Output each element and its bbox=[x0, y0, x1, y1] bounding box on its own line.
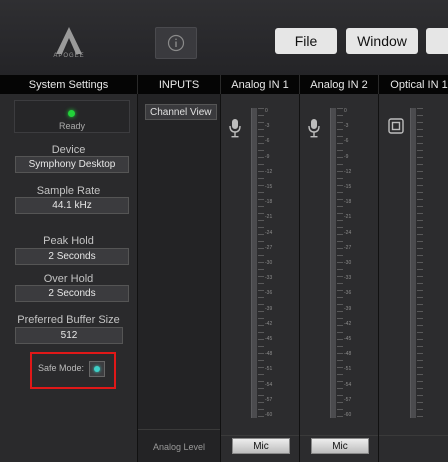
meter-scale-label: -12 bbox=[344, 168, 352, 175]
meter-scale-label: -27 bbox=[265, 244, 273, 251]
meter-scale-label: -45 bbox=[265, 336, 273, 342]
meter-scale-label: -54 bbox=[265, 381, 273, 388]
top-bar: APOGEE File Window bbox=[0, 0, 448, 76]
sample-rate-label: Sample Rate bbox=[36, 185, 101, 197]
window-menu-button[interactable]: Window bbox=[346, 28, 418, 54]
meter-scale-label: -48 bbox=[344, 351, 352, 358]
meter-scale-label: -57 bbox=[265, 396, 273, 403]
peak-hold-label: Peak Hold bbox=[43, 235, 94, 247]
meter-scale-label: -36 bbox=[265, 290, 273, 297]
meter-scale-label: -15 bbox=[344, 184, 352, 190]
buffer-size-label: Preferred Buffer Size bbox=[17, 314, 120, 326]
meter-scale-label: -18 bbox=[265, 199, 273, 206]
meter-scale-label: -45 bbox=[344, 336, 352, 342]
meter-scale-label: -54 bbox=[344, 381, 352, 388]
over-hold-select[interactable]: 2 Seconds bbox=[15, 285, 129, 302]
divider bbox=[138, 429, 220, 430]
info-icon bbox=[167, 34, 185, 52]
inputs-panel: Channel View Analog Level bbox=[138, 94, 221, 462]
meter-scale-label: -51 bbox=[265, 366, 273, 373]
meter-scale: 0 -3 -6 -9 -12 -15 -18 -21 -24 -27 -30 -33 -36 -39 -42… bbox=[344, 108, 360, 418]
microphone-icon[interactable] bbox=[307, 118, 321, 138]
meter-scale-label: -24 bbox=[344, 229, 352, 236]
level-meter bbox=[251, 108, 257, 418]
safe-mode-highlight: Safe Mode: bbox=[30, 352, 116, 389]
meter-scale-label: -6 bbox=[265, 138, 270, 145]
meter-tick-marks bbox=[258, 108, 264, 418]
input-level-button-mic[interactable]: Mic bbox=[311, 438, 369, 454]
channel-view-button[interactable]: Channel View bbox=[145, 104, 217, 120]
meter-scale: 0 -3 -6 -9 -12 -15 -18 -21 -24 -27 -30 -33 -36 -39 -42… bbox=[265, 108, 281, 418]
meter-scale-label: -60 bbox=[265, 412, 273, 418]
safe-mode-toggle[interactable] bbox=[89, 361, 105, 377]
logo-text: APOGEE bbox=[53, 53, 85, 59]
analog-in-2-header: Analog IN 2 bbox=[300, 75, 379, 94]
meter-scale-label: -18 bbox=[344, 199, 352, 206]
meter-scale-label: -33 bbox=[265, 275, 273, 282]
meter-scale-label: -12 bbox=[265, 168, 273, 175]
channel-strip-analog-in-2: 0 -3 -6 -9 -12 -15 -18 -21 -24 -27 -30 -33 -36 -39 -42… bbox=[300, 94, 379, 462]
meter-scale-label: -6 bbox=[344, 138, 349, 145]
meter-tick-marks bbox=[337, 108, 343, 418]
meter-scale-label: -3 bbox=[265, 123, 270, 130]
divider bbox=[221, 435, 299, 436]
system-settings-header: System Settings bbox=[0, 75, 138, 94]
meter-scale-label: 0 bbox=[344, 108, 347, 114]
ready-led bbox=[68, 110, 75, 117]
optical-in-1-header: Optical IN 1 bbox=[379, 75, 448, 94]
analog-level-label: Analog Level bbox=[152, 442, 206, 452]
meter-scale-label: -30 bbox=[265, 260, 273, 266]
divider bbox=[379, 435, 448, 436]
meter-scale-label: -21 bbox=[344, 214, 352, 221]
meter-scale-label: -9 bbox=[265, 153, 270, 160]
meter-scale-label: -21 bbox=[265, 214, 273, 221]
channel-strip-optical-in-1 bbox=[379, 94, 448, 462]
meter-scale-label: -33 bbox=[344, 275, 352, 282]
microphone-icon[interactable] bbox=[228, 118, 242, 138]
optical-icon[interactable] bbox=[388, 118, 404, 134]
status-text: Ready bbox=[58, 121, 85, 131]
over-hold-label: Over Hold bbox=[43, 273, 94, 285]
channel-strip-analog-in-1: 0 -3 -6 -9 -12 -15 -18 -21 -24 -27 -30 -33 -36 -39 -42… bbox=[221, 94, 300, 462]
device-label: Device bbox=[51, 144, 86, 156]
status-box: Ready bbox=[14, 100, 130, 133]
meter-scale-label: -30 bbox=[344, 260, 352, 266]
safe-mode-indicator bbox=[94, 366, 100, 372]
level-meter bbox=[330, 108, 336, 418]
help-menu-button[interactable] bbox=[426, 28, 448, 54]
input-level-button-mic[interactable]: Mic bbox=[232, 438, 290, 454]
meter-tick-marks bbox=[417, 108, 423, 418]
meter-scale-label: -36 bbox=[344, 290, 352, 297]
system-settings-panel: Ready Device Symphony Desktop Sample Rat… bbox=[0, 94, 138, 462]
inputs-header: INPUTS bbox=[138, 75, 221, 94]
level-meter bbox=[410, 108, 416, 418]
meter-scale-label: 0 bbox=[265, 108, 268, 114]
meter-scale-label: -9 bbox=[344, 153, 349, 160]
safe-mode-label: Safe Mode: bbox=[38, 363, 85, 373]
peak-hold-select[interactable]: 2 Seconds bbox=[15, 248, 129, 265]
meter-scale-label: -39 bbox=[265, 305, 273, 312]
buffer-size-select[interactable]: 512 bbox=[15, 327, 123, 344]
meter-scale-label: -42 bbox=[265, 320, 273, 327]
meter-scale-label: -51 bbox=[344, 366, 352, 373]
meter-scale-label: -42 bbox=[344, 320, 352, 327]
meter-scale-label: -57 bbox=[344, 396, 352, 403]
meter-scale-label: -48 bbox=[265, 351, 273, 358]
analog-in-1-header: Analog IN 1 bbox=[221, 75, 300, 94]
meter-scale-label: -3 bbox=[344, 123, 349, 130]
meter-scale-label: -15 bbox=[265, 184, 273, 190]
meter-scale-label: -27 bbox=[344, 244, 352, 251]
divider bbox=[300, 435, 378, 436]
device-select[interactable]: Symphony Desktop bbox=[15, 156, 129, 173]
sample-rate-select[interactable]: 44.1 kHz bbox=[15, 197, 129, 214]
meter-scale-label: -24 bbox=[265, 229, 273, 236]
meter-scale-label: -39 bbox=[344, 305, 352, 312]
file-menu-button[interactable]: File bbox=[275, 28, 337, 54]
info-button[interactable] bbox=[155, 27, 197, 59]
meter-scale-label: -60 bbox=[344, 412, 352, 418]
